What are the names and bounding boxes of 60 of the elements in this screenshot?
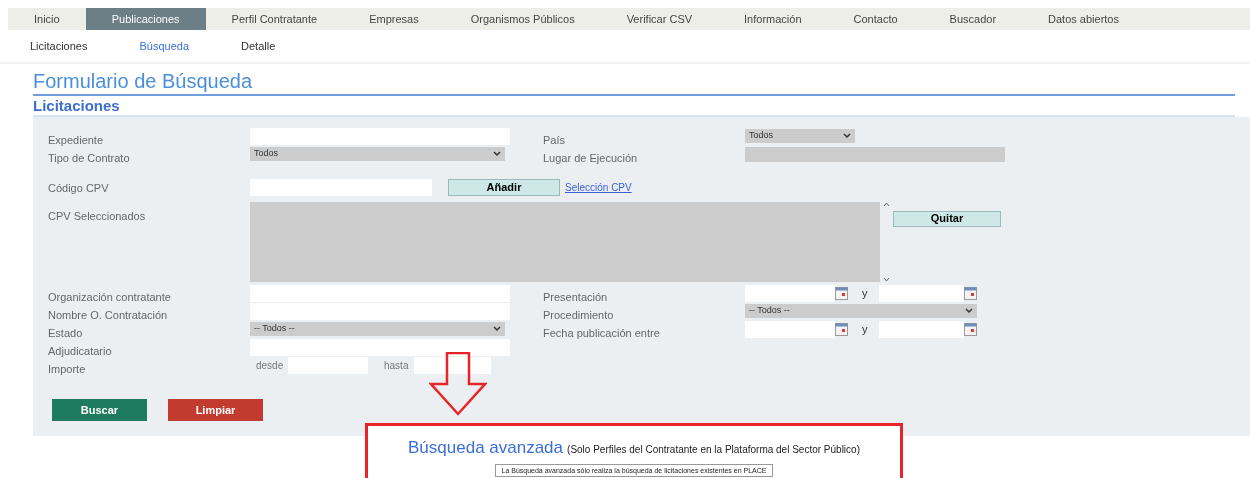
nav-tab[interactable]: Empresas (343, 8, 445, 30)
select-field[interactable]: -- Todos -- (745, 304, 977, 318)
subnav-tab[interactable]: Detalle (215, 37, 302, 55)
field-label: Expediente (48, 134, 104, 146)
calendar-icon[interactable] (963, 286, 977, 300)
date-field[interactable] (745, 320, 835, 338)
select-field[interactable]: -- Todos -- (250, 322, 505, 336)
nav-tab[interactable]: Datos abiertos (1022, 8, 1145, 30)
nav-tab[interactable]: Información (718, 8, 828, 30)
cpv-link[interactable]: Selección CPV (565, 179, 632, 195)
chevron-down-icon (843, 133, 851, 139)
joiner-text: y (862, 321, 868, 337)
nav-tab[interactable]: Contacto (827, 8, 924, 30)
subnav-tab[interactable]: Licitaciones (4, 37, 114, 55)
search-button[interactable]: Buscar (52, 399, 147, 421)
calendar-icon[interactable] (963, 322, 977, 336)
nav-tab[interactable]: Perfil Contratante (205, 8, 344, 30)
remove-button[interactable]: Quitar (893, 210, 1001, 227)
date-field[interactable] (878, 284, 964, 302)
field-label: Nombre O. Contratación (48, 309, 168, 321)
add-button[interactable]: Añadir (448, 178, 560, 196)
page-title: Formulario de Búsqueda (33, 68, 1235, 96)
chevron-down-icon (493, 151, 501, 157)
field-label: Procedimiento (543, 309, 614, 321)
text-field[interactable] (250, 338, 510, 356)
field-label: Presentación (543, 291, 608, 303)
field-label: Tipo de Contrato (48, 152, 130, 164)
field-label: Importe (48, 363, 86, 375)
date-field[interactable] (745, 284, 835, 302)
field-label: Estado (48, 327, 83, 339)
chevron-down-icon (493, 326, 501, 332)
nav-tab[interactable]: Publicaciones (85, 8, 206, 30)
arrow-down-icon (429, 352, 487, 416)
text-field[interactable] (414, 356, 491, 374)
nav-tab[interactable]: Inicio (8, 8, 86, 30)
joiner-text: y (862, 285, 868, 301)
nav-tab[interactable]: Organismos Públicos (444, 8, 601, 30)
subnav-tab[interactable]: Búsqueda (113, 37, 216, 55)
callout-title: Búsqueda avanzada (408, 437, 564, 459)
date-field[interactable] (878, 320, 964, 338)
field-label: País (543, 134, 565, 146)
field-label: CPV Seleccionados (48, 210, 146, 222)
chevron-down-icon (965, 308, 973, 314)
calendar-icon[interactable] (835, 286, 848, 300)
from-label: desde (256, 358, 285, 373)
calendar-icon[interactable] (835, 322, 848, 336)
field-label: Adjudicatario (48, 345, 112, 357)
callout-subtitle: (Solo Perfiles del Contratante en la Plataforma del Sector Público) (567, 443, 860, 457)
clear-button[interactable]: Limpiar (168, 399, 263, 421)
scroll-down-icon[interactable] (883, 277, 890, 282)
field-label: Fecha publicación entre (543, 327, 660, 339)
field-label: Lugar de Ejecución (543, 152, 638, 164)
scroll-up-icon[interactable] (883, 202, 890, 207)
select-field[interactable]: Todos (745, 129, 855, 143)
to-label: hasta (384, 358, 410, 373)
nav-tab[interactable]: Buscador (923, 8, 1023, 30)
nav-tab[interactable]: Verificar CSV (600, 8, 719, 30)
field-label: Organización contratante (48, 291, 171, 303)
field-label: Código CPV (48, 182, 109, 194)
select-field[interactable]: Todos (250, 147, 505, 161)
